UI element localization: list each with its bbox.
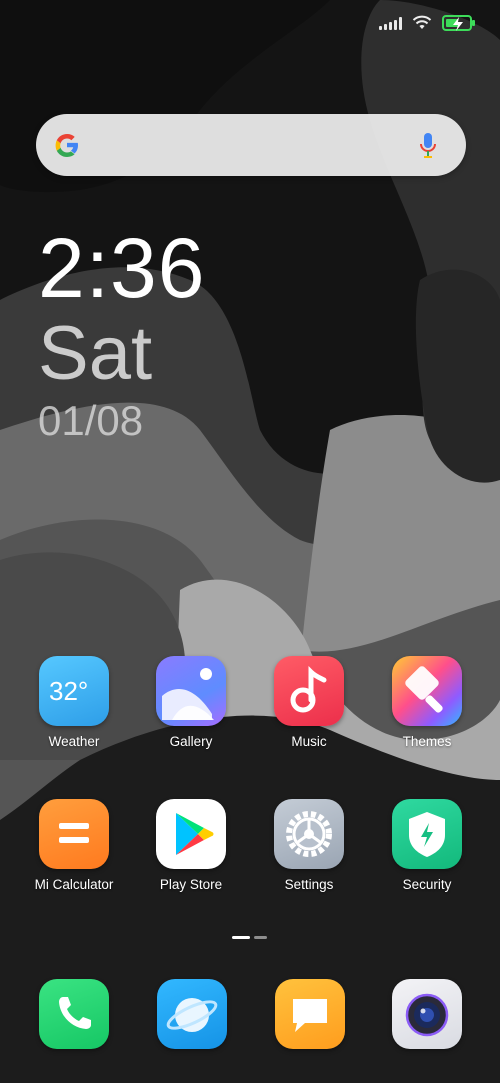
messages-icon	[293, 999, 327, 1032]
clock-date: 01/08	[38, 397, 144, 444]
app-settings[interactable]: Settings	[250, 799, 368, 892]
clock-widget[interactable]: 2:36 Sat 01/08	[38, 226, 206, 442]
app-play-store[interactable]: Play Store	[132, 799, 250, 892]
status-bar	[379, 12, 475, 34]
dock-camera[interactable]	[392, 979, 462, 1049]
security-icon	[392, 799, 462, 869]
app-label: Gallery	[169, 734, 213, 749]
weather-temperature: 32°	[49, 676, 89, 706]
clock-time: 2:36	[38, 221, 206, 315]
app-label: Mi Calculator	[34, 877, 114, 892]
gallery-icon	[156, 656, 226, 726]
dock-messages[interactable]	[275, 979, 345, 1049]
app-security[interactable]: Security	[368, 799, 486, 892]
clock-day: Sat	[38, 311, 153, 396]
music-icon	[274, 656, 344, 726]
weather-icon: 32°	[39, 656, 109, 726]
battery-charging-icon	[442, 15, 475, 31]
app-themes[interactable]: Themes	[368, 656, 486, 749]
signal-icon	[379, 16, 402, 30]
settings-icon	[274, 799, 344, 869]
camera-icon	[405, 993, 449, 1037]
calculator-icon	[39, 799, 109, 869]
dock-phone[interactable]	[39, 979, 109, 1049]
app-music[interactable]: Music	[250, 656, 368, 749]
app-label: Security	[402, 877, 452, 892]
app-mi-calculator[interactable]: Mi Calculator	[15, 799, 133, 892]
search-bar[interactable]	[36, 114, 466, 176]
app-label: Settings	[284, 877, 334, 892]
dock-browser[interactable]	[157, 979, 227, 1049]
app-label: Themes	[402, 734, 452, 749]
themes-icon	[392, 656, 462, 726]
browser-icon	[166, 998, 218, 1032]
app-gallery[interactable]: Gallery	[132, 656, 250, 749]
app-weather[interactable]: 32° Weather	[15, 656, 133, 749]
microphone-icon[interactable]	[418, 130, 438, 160]
phone-icon	[59, 997, 91, 1029]
app-label: Play Store	[159, 877, 223, 892]
wifi-icon	[412, 15, 432, 29]
app-label: Music	[291, 734, 327, 749]
play-store-icon	[156, 799, 226, 869]
google-logo	[55, 134, 78, 157]
page-indicator[interactable]	[232, 936, 267, 939]
app-label: Weather	[48, 734, 100, 749]
